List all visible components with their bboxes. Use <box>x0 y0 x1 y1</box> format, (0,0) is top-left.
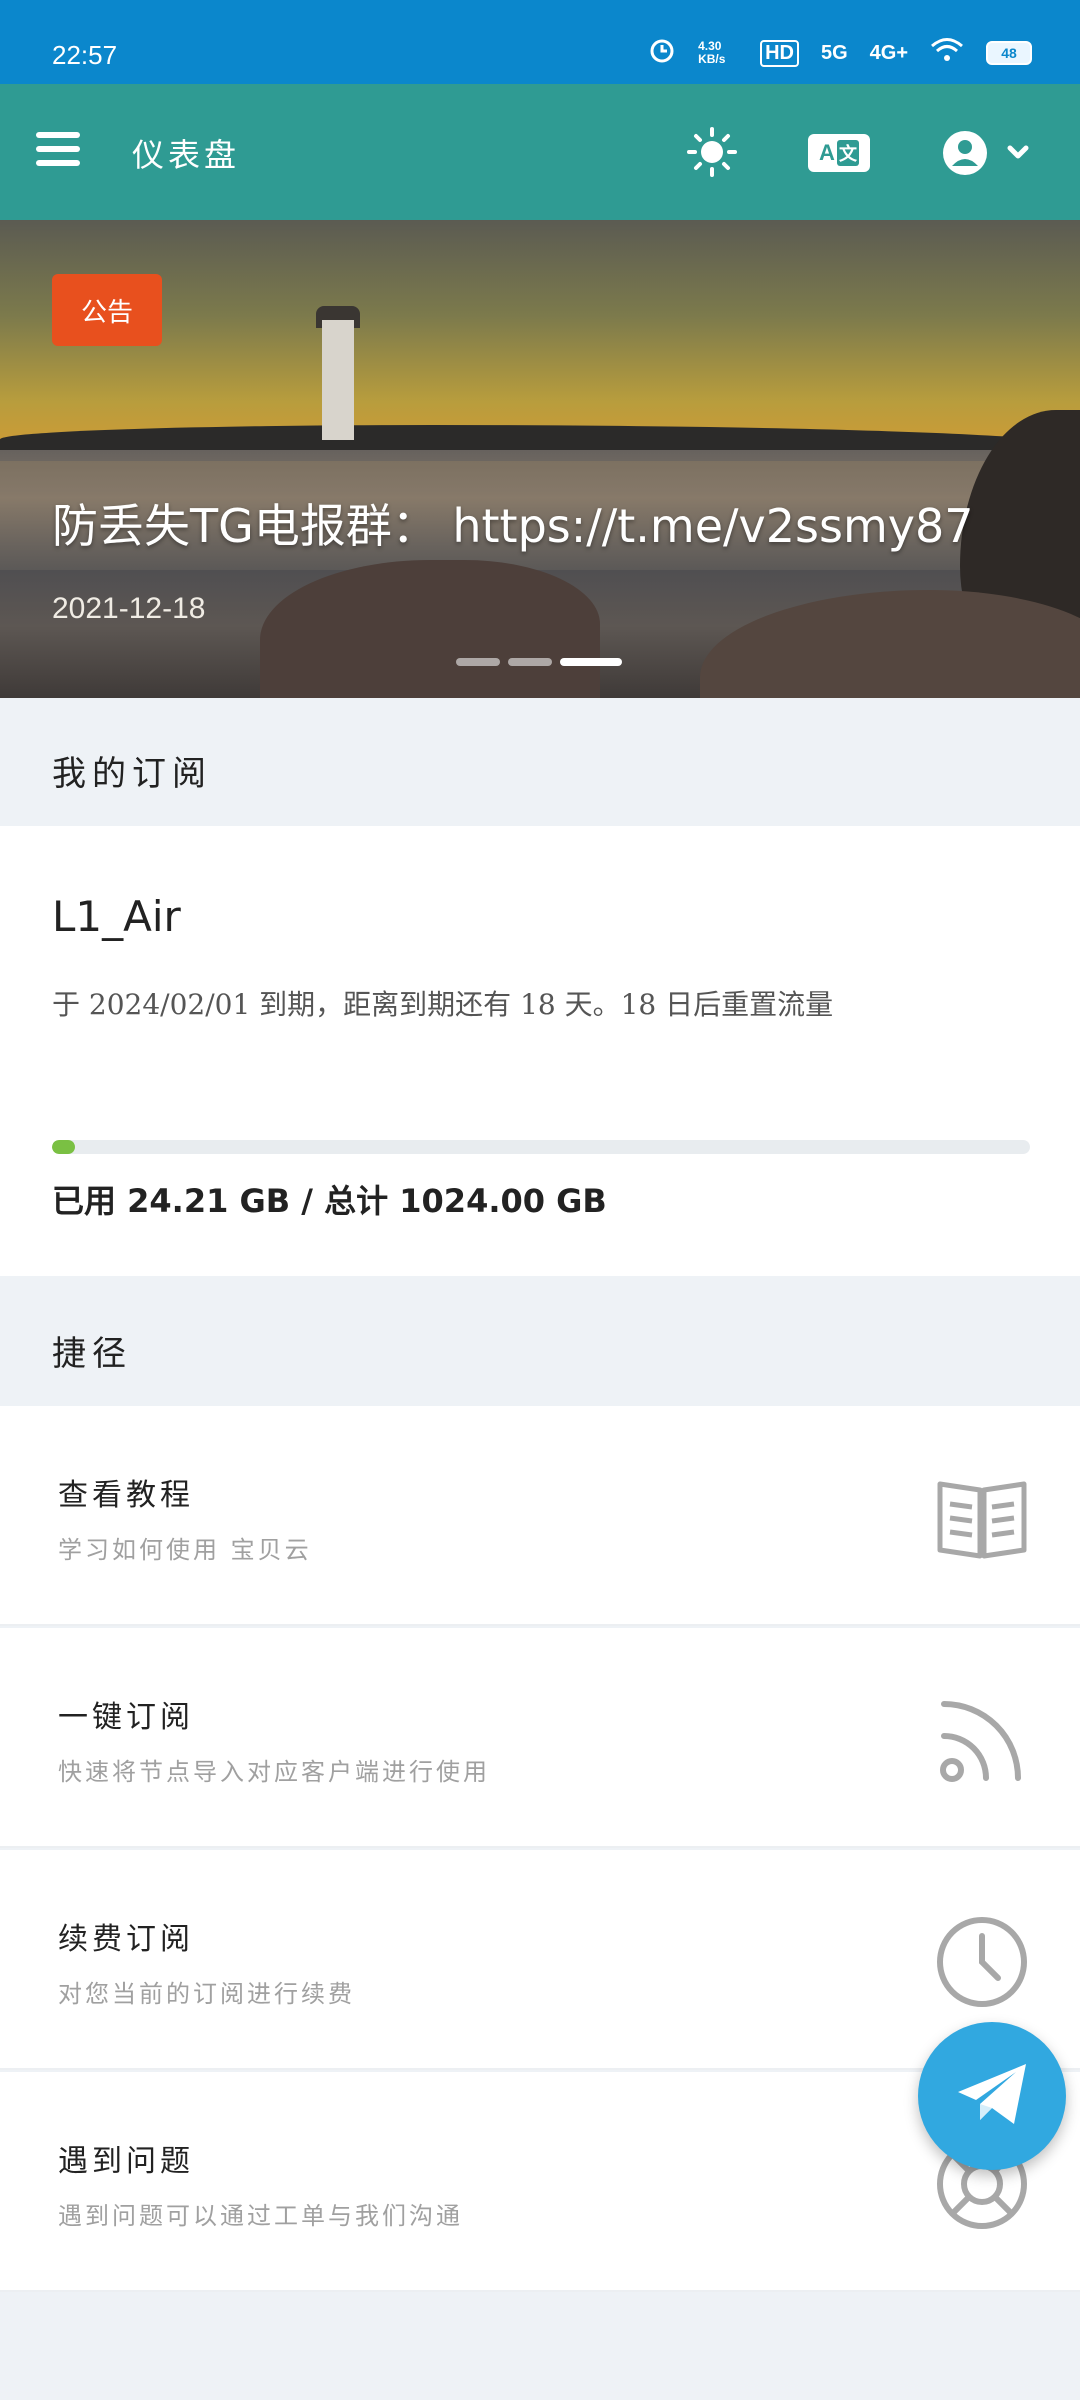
announcement-headline: 防丢失TG电报群： https://t.me/v2ssmy87 <box>52 499 974 553</box>
translate-icon[interactable]: A 文 <box>808 134 870 172</box>
shortcut-subtitle: 学习如何使用 宝贝云 <box>58 1536 312 1564</box>
status-bar: 22:57 4.30 KB/s HD 5G 4G+ 48 <box>0 0 1080 84</box>
shortcut-title: 一键订阅 <box>58 1700 194 1735</box>
app-bar: 仪表盘 A 文 <box>0 84 1080 220</box>
traffic-usage: 已用 24.21 GB / 总计 1024.00 GB <box>52 1182 607 1220</box>
clock-icon <box>934 1914 1030 2010</box>
status-icons: 4.30 KB/s HD 5G 4G+ 48 <box>648 36 1032 70</box>
wifi-icon <box>930 37 964 69</box>
shortcut-renew[interactable]: 续费订阅 对您当前的订阅进行续费 <box>0 1850 1080 2070</box>
shortcut-one-click-subscribe[interactable]: 一键订阅 快速将节点导入对应客户端进行使用 <box>0 1628 1080 1848</box>
telegram-icon <box>950 2052 1034 2140</box>
rss-icon <box>934 1692 1030 1788</box>
announcement-banner[interactable]: 公告 防丢失TG电报群： https://t.me/v2ssmy87 2021-… <box>0 220 1080 698</box>
battery-icon: 48 <box>986 41 1032 65</box>
network-4g: 4G+ <box>869 41 908 64</box>
section-shortcuts: 捷径 <box>0 1278 1080 1406</box>
hd-badge: HD <box>760 39 799 67</box>
shortcut-title: 查看教程 <box>58 1478 194 1513</box>
translate-label-a: A <box>819 140 835 165</box>
shortcut-subtitle: 遇到问题可以通过工单与我们沟通 <box>58 2202 463 2230</box>
net-speed: 4.30 KB/s <box>698 39 726 66</box>
announcement-tag: 公告 <box>52 274 162 346</box>
telegram-button[interactable] <box>918 2022 1066 2170</box>
alarm-icon <box>648 36 676 70</box>
banner-rock <box>700 590 1080 698</box>
carousel-dot[interactable] <box>456 658 500 666</box>
shortcut-tutorial[interactable]: 查看教程 学习如何使用 宝贝云 <box>0 1406 1080 1626</box>
book-icon <box>934 1470 1030 1566</box>
translate-label-b: 文 <box>836 140 859 166</box>
announcement-date: 2021-12-18 <box>52 592 206 625</box>
section-title: 捷径 <box>52 1334 132 1374</box>
section-title: 我的订阅 <box>52 754 212 794</box>
carousel-dot[interactable] <box>508 658 552 666</box>
shortcut-title: 遇到问题 <box>58 2144 194 2179</box>
menu-icon[interactable] <box>36 132 80 172</box>
traffic-progress-bar <box>52 1140 1030 1154</box>
carousel-dot-active[interactable] <box>560 658 622 666</box>
subscription-card[interactable]: L1_Air 于 2024/02/01 到期，距离到期还有 18 天。18 日后… <box>0 826 1080 1276</box>
status-time: 22:57 <box>52 40 118 70</box>
banner-rock <box>260 560 600 698</box>
user-menu-button[interactable] <box>940 128 1040 178</box>
sun-icon[interactable] <box>686 126 738 178</box>
page-title: 仪表盘 <box>132 136 241 174</box>
carousel-indicator[interactable] <box>456 658 622 666</box>
shortcut-title: 续费订阅 <box>58 1922 194 1957</box>
subscription-description: 于 2024/02/01 到期，距离到期还有 18 天。18 日后重置流量 <box>52 988 834 1021</box>
shortcut-subtitle: 对您当前的订阅进行续费 <box>58 1980 355 2008</box>
network-5g: 5G <box>820 41 848 64</box>
traffic-progress-fill <box>52 1140 76 1154</box>
section-my-subscription: 我的订阅 <box>0 698 1080 826</box>
shortcut-subtitle: 快速将节点导入对应客户端进行使用 <box>58 1758 490 1786</box>
subscription-name: L1_Air <box>52 892 181 941</box>
lighthouse <box>322 320 354 440</box>
